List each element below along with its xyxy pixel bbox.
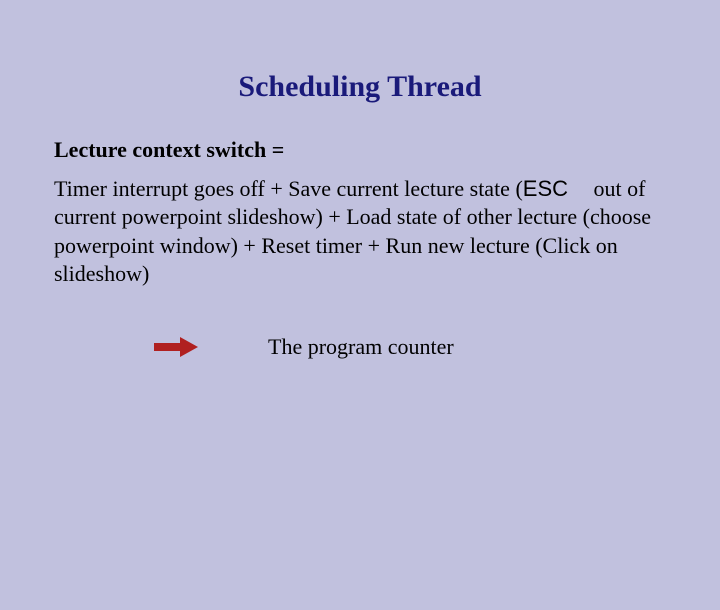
right-arrow-icon xyxy=(154,339,198,355)
arrow-label: The program counter xyxy=(268,333,454,362)
esc-key-label: ESC xyxy=(523,176,568,201)
context-switch-paragraph: Timer interrupt goes off + Save current … xyxy=(54,175,660,289)
context-switch-heading: Lecture context switch = xyxy=(54,136,660,165)
slide-title: Scheduling Thread xyxy=(0,70,720,104)
slide-body: Lecture context switch = Timer interrupt… xyxy=(54,136,660,362)
paragraph-prefix: Timer interrupt goes off + Save current … xyxy=(54,176,523,201)
slide: Scheduling Thread Lecture context switch… xyxy=(0,70,720,610)
arrow-row: The program counter xyxy=(154,333,660,362)
